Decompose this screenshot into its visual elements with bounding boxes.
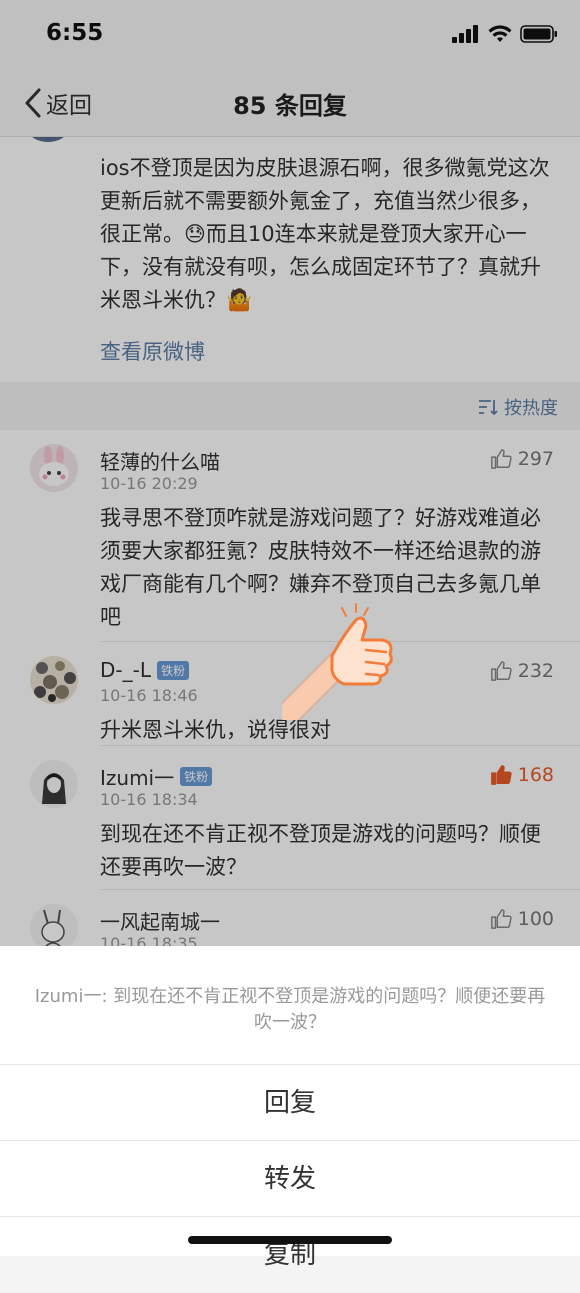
reply-button[interactable]: 回复: [0, 1064, 580, 1141]
action-sheet: Izumi一: 到现在还不肯正视不登顶是游戏的问题吗？顺便还要再吹一波？ 回复 …: [0, 946, 580, 1270]
copy-button[interactable]: 复制: [0, 1216, 580, 1293]
forward-button[interactable]: 转发: [0, 1140, 580, 1217]
quoted-comment: Izumi一: 到现在还不肯正视不登顶是游戏的问题吗？顺便还要再吹一波？: [34, 986, 546, 1033]
home-indicator[interactable]: [188, 1236, 392, 1244]
thumbs-up-sticker-icon: [282, 603, 393, 720]
